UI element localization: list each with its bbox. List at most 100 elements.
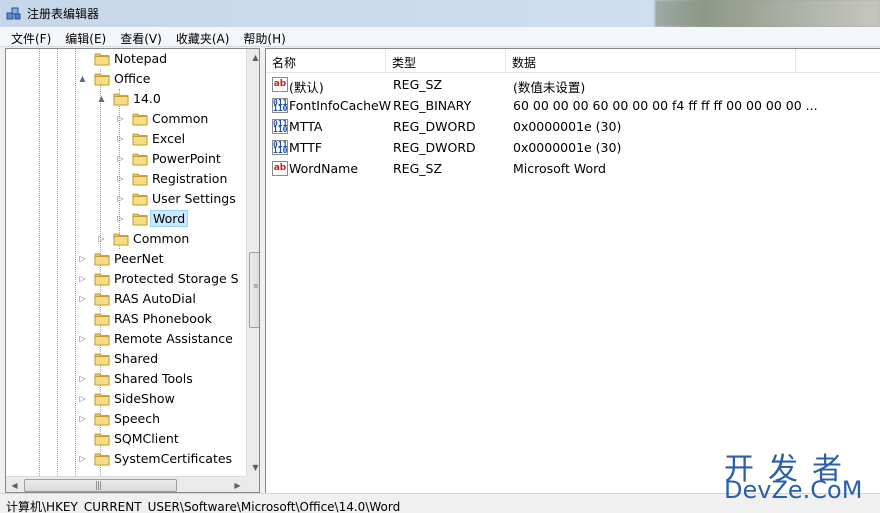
registry-editor-icon [6,7,21,20]
collapse-arrow-icon[interactable]: ▲ [97,94,106,103]
tree-vertical-scrollbar[interactable]: ▲ ≡ ▼ [246,49,259,476]
menu-favorites[interactable]: 收藏夹(A) [169,27,237,46]
tree-item-label[interactable]: Protected Storage S [112,271,241,286]
tree-item[interactable]: ▷ Shared Tools [6,369,246,389]
expand-arrow-icon[interactable]: ▷ [78,394,87,403]
value-row[interactable]: ab (默认) REG_SZ (数值未设置) [266,74,880,95]
background-blur [655,0,880,27]
tree-item[interactable]: ▷ Remote Assistance [6,329,246,349]
collapse-arrow-icon[interactable]: ▲ [78,74,87,83]
tree-item[interactable]: ▲ 14.0 [6,89,246,109]
expand-arrow-icon[interactable]: ▷ [78,414,87,423]
menu-view[interactable]: 查看(V) [113,27,169,46]
registry-tree[interactable]: Notepad ▲ Office ▲ 14.0 ▷ Common ▷ Excel ▷ PowerPo… [5,48,260,493]
tree-item[interactable]: ▷ RAS AutoDial [6,289,246,309]
tree-item[interactable]: ▲ Office [6,69,246,89]
scroll-down-arrow-icon[interactable]: ▼ [247,459,259,476]
folder-icon [94,71,110,86]
column-header-name[interactable]: 名称 [266,49,386,73]
expand-arrow-icon[interactable] [78,54,87,63]
tree-item-label[interactable]: SQMClient [112,431,181,446]
tree-item[interactable]: Shared [6,349,246,369]
watermark: 开发者 DevZe.CoM [724,444,876,506]
expand-arrow-icon[interactable]: ▷ [116,134,125,143]
tree-item-label[interactable]: Remote Assistance [112,331,235,346]
title-bar: 注册表编辑器 [0,0,880,27]
value-name: MTTF [289,140,323,155]
tree-item[interactable]: ▷ SystemCertificates [6,449,246,469]
tree-item[interactable]: ▷ PeerNet [6,249,246,269]
tree-item[interactable]: ▷ Registration [6,169,246,189]
tree-item[interactable]: ▷ Word [6,209,246,229]
menu-edit[interactable]: 编辑(E) [58,27,113,46]
menu-file[interactable]: 文件(F) [4,27,58,46]
value-row[interactable]: ab WordName REG_SZ Microsoft Word [266,158,880,179]
tree-item-label[interactable]: Common [131,231,191,246]
scroll-left-arrow-icon[interactable]: ◀ [6,477,23,492]
expand-arrow-icon[interactable]: ▷ [78,294,87,303]
value-data: Microsoft Word [513,161,606,176]
tree-item-label[interactable]: Word [150,210,189,227]
column-header-data[interactable]: 数据 [506,49,796,73]
tree-item[interactable]: ▷ Excel [6,129,246,149]
tree-item[interactable]: ▷ User Settings [6,189,246,209]
menu-help[interactable]: 帮助(H) [236,27,292,46]
expand-arrow-icon[interactable]: ▷ [116,174,125,183]
scroll-right-arrow-icon[interactable]: ▶ [229,477,246,492]
tree-item-label[interactable]: Registration [150,171,229,186]
tree-item[interactable]: ▷ PowerPoint [6,149,246,169]
expand-arrow-icon[interactable]: ▷ [78,274,87,283]
folder-icon [132,171,148,186]
expand-arrow-icon[interactable]: ▷ [116,214,125,223]
tree-item-label[interactable]: Shared Tools [112,371,195,386]
tree-item-label[interactable]: PowerPoint [150,151,223,166]
tree-item[interactable]: ▷ Common [6,229,246,249]
tree-item[interactable]: SQMClient [6,429,246,449]
expand-arrow-icon[interactable] [78,314,87,323]
string-value-icon: ab [272,161,288,176]
tree-item-label[interactable]: PeerNet [112,251,166,266]
expand-arrow-icon[interactable]: ▷ [78,454,87,463]
tree-item[interactable]: ▷ Speech [6,409,246,429]
expand-arrow-icon[interactable]: ▷ [116,194,125,203]
tree-horizontal-scrollbar[interactable]: ◀ ||| ▶ [6,476,246,492]
scroll-up-arrow-icon[interactable]: ▲ [247,49,259,66]
tree-item-label[interactable]: Notepad [112,51,169,66]
expand-arrow-icon[interactable] [78,354,87,363]
expand-arrow-icon[interactable]: ▷ [78,334,87,343]
tree-item[interactable]: ▷ Common [6,109,246,129]
column-header-type[interactable]: 类型 [386,49,506,73]
folder-icon [94,251,110,266]
tree-item-label[interactable]: 14.0 [131,91,163,106]
expand-arrow-icon[interactable]: ▷ [116,154,125,163]
tree-item-label[interactable]: RAS Phonebook [112,311,214,326]
value-row[interactable]: 011 110 MTTF REG_DWORD 0x0000001e (30) [266,137,880,158]
tree-item-label[interactable]: Speech [112,411,162,426]
watermark-english: DevZe.CoM [724,476,863,504]
values-list[interactable]: 名称 类型 数据 ab (默认) REG_SZ (数值未设置) 011 110 FontI… [265,48,880,493]
tree-scroll-thumb[interactable]: ≡ [249,252,259,328]
folder-icon [94,451,110,466]
expand-arrow-icon[interactable]: ▷ [78,374,87,383]
value-row[interactable]: 011 110 MTTA REG_DWORD 0x0000001e (30) [266,116,880,137]
tree-item-label[interactable]: SystemCertificates [112,451,234,466]
tree-item[interactable]: ▷ SideShow [6,389,246,409]
tree-item[interactable]: ▷ Protected Storage S [6,269,246,289]
expand-arrow-icon[interactable]: ▷ [116,114,125,123]
value-row[interactable]: 011 110 FontInfoCacheW REG_BINARY 60 00 00 … [266,95,880,116]
tree-item-label[interactable]: Shared [112,351,160,366]
tree-hscroll-thumb[interactable]: ||| [24,479,177,492]
tree-item-label[interactable]: RAS AutoDial [112,291,198,306]
folder-icon [94,291,110,306]
tree-item-label[interactable]: SideShow [112,391,177,406]
tree-item[interactable]: RAS Phonebook [6,309,246,329]
tree-item-label[interactable]: Office [112,71,153,86]
tree-item-label[interactable]: Excel [150,131,187,146]
expand-arrow-icon[interactable] [78,434,87,443]
expand-arrow-icon[interactable]: ▷ [97,234,106,243]
tree-item-label[interactable]: Common [150,111,210,126]
tree-item[interactable]: Notepad [6,49,246,69]
tree-item-label[interactable]: User Settings [150,191,238,206]
expand-arrow-icon[interactable]: ▷ [78,254,87,263]
window-title: 注册表编辑器 [27,7,100,21]
